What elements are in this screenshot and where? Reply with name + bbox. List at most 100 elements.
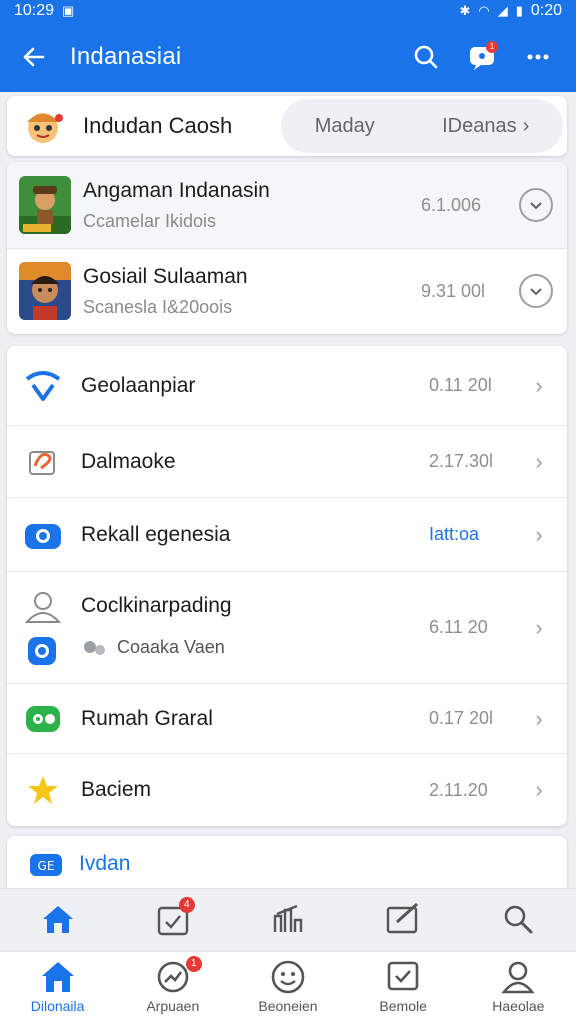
- app-bar: Indanasiai 1: [0, 22, 576, 92]
- search-icon: [505, 905, 533, 934]
- chevron-right-icon: ›: [535, 705, 543, 731]
- chevron-down-icon: [530, 202, 542, 210]
- chevron-right-icon: ›: [535, 614, 543, 640]
- face-icon: [271, 960, 305, 994]
- chevron-down-icon: [530, 288, 542, 296]
- nav-badge: 1: [185, 956, 202, 972]
- person-icon: [501, 961, 536, 994]
- search-button[interactable]: [404, 35, 448, 79]
- settings-list: Geolaanpiar 0.11 20l › Dalmaoke 2.17.30l…: [7, 346, 567, 826]
- game-controller-icon: GE: [30, 854, 62, 876]
- tasks-badge: 4: [178, 897, 195, 913]
- chat-button[interactable]: 1: [460, 35, 504, 79]
- camera-icon: [23, 515, 63, 555]
- list-item[interactable]: Geolaanpiar 0.11 20l ›: [7, 346, 567, 426]
- chevron-right-icon: ›: [535, 521, 543, 547]
- nav-profile[interactable]: Haeolae: [463, 952, 573, 1024]
- bluetooth-icon: ✱: [459, 3, 471, 18]
- game-thumbnail: [19, 176, 71, 234]
- list-item-label: Dalmaoke: [81, 449, 176, 473]
- list-item-value: 0.11 20l: [429, 375, 492, 395]
- segment-left[interactable]: Maday: [315, 115, 375, 138]
- nav-tasks[interactable]: Bemole: [348, 952, 458, 1024]
- game-thumbnail: [19, 262, 71, 320]
- more-button[interactable]: [516, 35, 560, 79]
- list-item[interactable]: Baciem 2.11.20 ›: [7, 754, 567, 826]
- partial-label: Ivdan: [79, 852, 131, 875]
- expand-button[interactable]: [519, 274, 553, 308]
- games-card: Angaman Indanasin Ccamelar Ikidois 6.1.0…: [7, 162, 567, 334]
- chevron-right-icon: ›: [522, 114, 530, 137]
- nav-activity[interactable]: 1 Arpuaen: [118, 952, 228, 1024]
- nav-label: Dilonaila: [30, 998, 85, 1014]
- search-icon: [414, 45, 438, 69]
- tab-search[interactable]: [490, 891, 546, 947]
- chevron-right-icon: ›: [535, 372, 543, 398]
- chart-icon: [273, 904, 303, 932]
- home-icon: [42, 906, 73, 933]
- game-row[interactable]: Angaman Indanasin Ccamelar Ikidois 6.1.0…: [7, 162, 567, 249]
- list-item-text: Coclkinarpading Coaaka Vaen: [81, 572, 429, 658]
- list-item[interactable]: Coclkinarpading Coaaka Vaen 6.11 20 ›: [7, 572, 567, 684]
- checkbox-icon: [387, 961, 419, 991]
- tab-stats[interactable]: [260, 891, 316, 947]
- nav-label: Haeolae: [492, 998, 545, 1014]
- mascot-icon: [27, 113, 63, 143]
- game-row[interactable]: Gosiail Sulaaman Scanesla I&20oois 9.31 …: [7, 248, 567, 334]
- back-button[interactable]: [16, 39, 52, 75]
- nav-home[interactable]: Dilonaila: [3, 952, 113, 1024]
- list-item-value: 2.11.20: [429, 779, 488, 800]
- back-arrow-icon: [23, 47, 45, 67]
- list-item-value: 2.17.30l: [429, 451, 494, 471]
- game-value: 6.1.006: [421, 194, 482, 215]
- list-item[interactable]: Rekall egenesia Iatt:oa ›: [7, 498, 567, 572]
- status-bar: 10:29 ▣ ✱ ◠ ◢ ▮ 0:20: [0, 0, 576, 22]
- app-icon: [28, 637, 56, 665]
- list-item[interactable]: Dalmaoke 2.17.30l ›: [7, 426, 567, 498]
- battery-icon: ▮: [515, 3, 523, 18]
- nav-label: Beoneien: [258, 998, 318, 1014]
- svg-text:GE: GE: [38, 859, 55, 873]
- header-title: Indudan Caosh: [83, 113, 233, 138]
- nav-social[interactable]: Beoneien: [233, 952, 343, 1024]
- page-title: Indanasiai: [70, 43, 182, 70]
- list-item-value: Iatt:oa: [429, 524, 480, 544]
- tab-edit[interactable]: [375, 891, 431, 947]
- list-item-value: 6.11 20: [429, 617, 488, 637]
- dots-icon: [84, 641, 105, 655]
- segment-right-label: IDeanas: [442, 114, 517, 137]
- status-time: 10:29: [14, 2, 55, 19]
- list-item-label: Rekall egenesia: [81, 522, 231, 546]
- wifi-icon: [23, 366, 63, 406]
- secondary-tab-bar: 4: [0, 888, 576, 949]
- chat-badge: 1: [486, 41, 498, 53]
- edit-icon: [23, 442, 63, 482]
- home-icon: [41, 962, 74, 992]
- star-icon: [23, 770, 63, 810]
- nav-label: Bemole: [379, 998, 427, 1014]
- notification-icon: ▣: [62, 3, 75, 18]
- segment-right[interactable]: IDeanas ›: [442, 115, 529, 138]
- game-subtitle: Ccamelar Ikidois: [83, 210, 217, 231]
- list-item-sub: Coaaka Vaen: [117, 636, 225, 657]
- wifi-status-icon: ◠: [478, 3, 490, 18]
- tab-home[interactable]: [30, 891, 86, 947]
- list-item-value: 0.17 20l: [429, 708, 494, 728]
- list-item-icons: [23, 572, 63, 668]
- signal-icon: ◢: [497, 3, 508, 18]
- segment-pill[interactable]: Maday IDeanas ›: [281, 99, 563, 153]
- tab-tasks[interactable]: 4: [145, 891, 201, 947]
- more-icon: [527, 54, 549, 60]
- game-value: 9.31 00l: [421, 280, 486, 301]
- user-icon: [24, 592, 62, 623]
- game-subtitle: Scanesla I&20oois: [83, 296, 233, 317]
- game-title: Angaman Indanasin: [83, 178, 270, 202]
- list-item[interactable]: Rumah Graral 0.17 20l ›: [7, 684, 567, 754]
- list-item-label: Baciem: [81, 778, 152, 801]
- header-card: Indudan Caosh Maday IDeanas ›: [7, 96, 567, 156]
- expand-button[interactable]: [519, 188, 553, 222]
- sub-line: Coaaka Vaen: [81, 636, 429, 658]
- nav-label: Arpuaen: [146, 998, 200, 1014]
- status-time-right: 0:20: [530, 2, 562, 19]
- chevron-right-icon: ›: [535, 777, 543, 802]
